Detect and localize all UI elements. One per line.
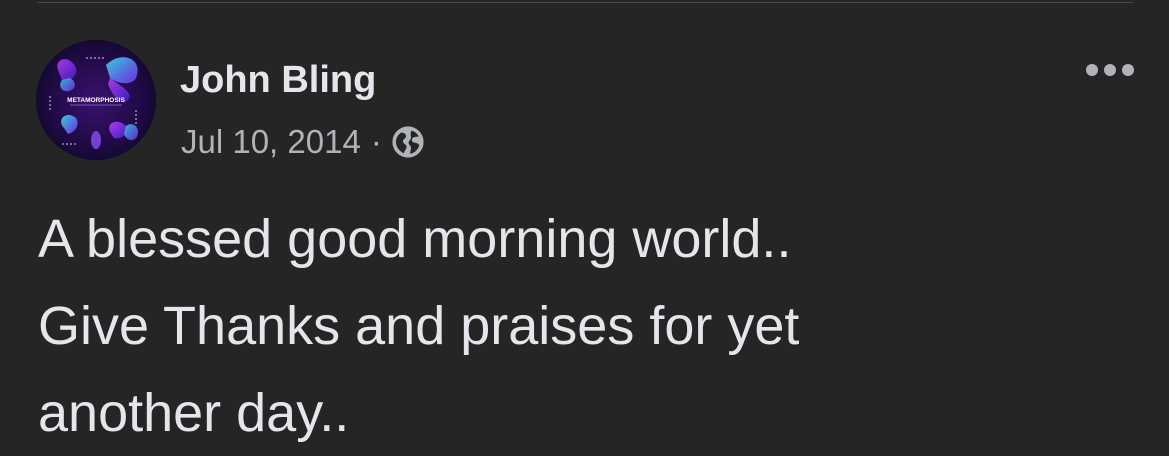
post-text: A blessed good morning world.. Give Than… bbox=[38, 196, 1138, 456]
butterfly-avatar-image: METAMORPHOSIS bbox=[36, 40, 156, 160]
globe-icon[interactable] bbox=[391, 125, 425, 159]
avatar-label: METAMORPHOSIS bbox=[67, 97, 125, 104]
meta-separator: · bbox=[370, 123, 382, 160]
post-text-line: another day.. bbox=[38, 383, 350, 443]
more-options-icon[interactable] bbox=[1080, 52, 1140, 88]
post-meta: Jul 10, 2014 · bbox=[181, 118, 425, 166]
post-date[interactable]: Jul 10, 2014 bbox=[181, 123, 361, 161]
more-dot bbox=[1122, 64, 1134, 76]
top-divider bbox=[37, 2, 1133, 3]
post-text-line: Give Thanks and praises for yet bbox=[38, 296, 800, 356]
author-name[interactable]: John Bling bbox=[180, 59, 376, 103]
more-dot bbox=[1086, 64, 1098, 76]
post-text-line: A blessed good morning world.. bbox=[38, 209, 792, 269]
avatar[interactable]: METAMORPHOSIS bbox=[36, 40, 156, 160]
more-dot bbox=[1104, 64, 1116, 76]
